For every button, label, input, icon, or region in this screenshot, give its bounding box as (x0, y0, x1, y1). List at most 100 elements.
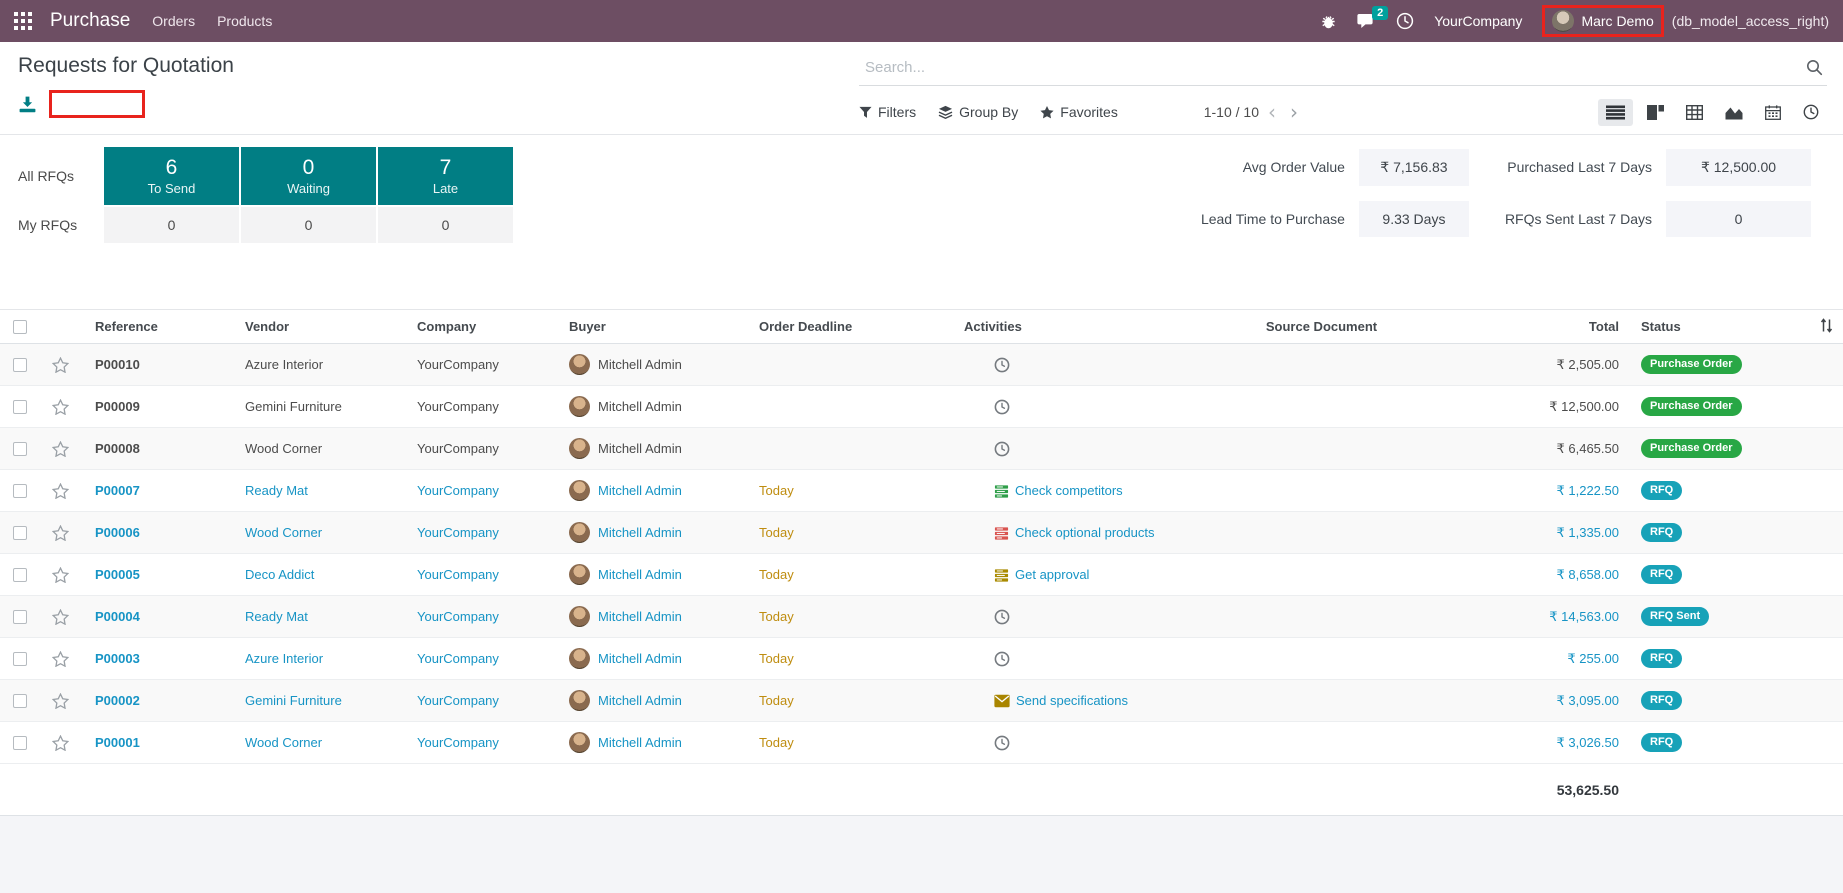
row-checkbox[interactable] (13, 652, 27, 667)
rfq-reference[interactable]: P00010 (80, 343, 230, 386)
tasks-red-icon[interactable] (994, 526, 1009, 541)
optional-columns-icon[interactable] (1819, 317, 1834, 333)
menu-orders[interactable]: Orders (152, 13, 195, 29)
calendar-view-icon[interactable] (1757, 99, 1789, 126)
select-all-checkbox[interactable] (13, 320, 27, 335)
table-row[interactable]: P00010 Azure Interior YourCompany Mitche… (0, 343, 1843, 386)
row-checkbox[interactable] (13, 358, 27, 373)
row-checkbox[interactable] (13, 736, 27, 751)
rfq-reference[interactable]: P00004 (80, 595, 230, 638)
buyer-avatar (569, 606, 590, 627)
favorite-star-icon[interactable] (51, 398, 69, 415)
envelope-icon[interactable] (994, 694, 1010, 708)
table-row[interactable]: P00001 Wood Corner YourCompany Mitchell … (0, 721, 1843, 764)
tasks-green-icon[interactable] (994, 484, 1009, 499)
row-checkbox[interactable] (13, 442, 27, 457)
search-input[interactable] (863, 58, 1806, 77)
rfq-source-document (1179, 469, 1464, 512)
apps-menu-icon[interactable] (14, 12, 32, 30)
kpi-late[interactable]: 7 Late (378, 147, 513, 205)
rfq-reference[interactable]: P00008 (80, 427, 230, 470)
kpi-my-to-send[interactable]: 0 (104, 207, 239, 243)
favorites-button[interactable]: Favorites (1040, 104, 1118, 120)
rfq-reference[interactable]: P00001 (80, 721, 230, 764)
rfq-total: ₹ 3,095.00 (1464, 679, 1629, 722)
activity-view-icon[interactable] (1795, 98, 1827, 126)
pager-next-icon[interactable]: › (1285, 102, 1303, 122)
favorite-star-icon[interactable] (51, 608, 69, 625)
table-row[interactable]: P00004 Ready Mat YourCompany Mitchell Ad… (0, 595, 1843, 638)
clock-icon[interactable] (994, 357, 1010, 373)
group-by-button[interactable]: Group By (938, 104, 1018, 120)
col-reference[interactable]: Reference (80, 309, 230, 344)
row-checkbox[interactable] (13, 610, 27, 625)
row-checkbox[interactable] (13, 400, 27, 415)
kanban-view-icon[interactable] (1639, 99, 1672, 126)
rfq-reference[interactable]: P00007 (80, 469, 230, 512)
rfq-reference[interactable]: P00006 (80, 511, 230, 554)
favorite-star-icon[interactable] (51, 482, 69, 499)
rfq-activities: Check optional products (949, 511, 1179, 554)
favorite-star-icon[interactable] (51, 356, 69, 373)
rfq-source-document (1179, 553, 1464, 596)
bug-icon[interactable] (1320, 13, 1337, 30)
graph-view-icon[interactable] (1717, 99, 1751, 126)
favorite-star-icon[interactable] (51, 734, 69, 751)
row-checkbox[interactable] (13, 694, 27, 709)
favorite-star-icon[interactable] (51, 650, 69, 667)
col-status[interactable]: Status (1629, 309, 1809, 344)
favorite-star-icon[interactable] (51, 524, 69, 541)
col-buyer[interactable]: Buyer (554, 309, 744, 344)
search-icon[interactable] (1806, 59, 1823, 76)
col-company[interactable]: Company (402, 309, 554, 344)
rfq-reference[interactable]: P00002 (80, 679, 230, 722)
rfq-reference[interactable]: P00003 (80, 637, 230, 680)
filters-button[interactable]: Filters (859, 104, 916, 120)
row-checkbox[interactable] (13, 484, 27, 499)
kpi-my-late[interactable]: 0 (378, 207, 513, 243)
clock-icon[interactable] (994, 651, 1010, 667)
table-row[interactable]: P00003 Azure Interior YourCompany Mitche… (0, 637, 1843, 680)
favorite-star-icon[interactable] (51, 692, 69, 709)
company-switcher[interactable]: YourCompany (1434, 13, 1522, 29)
menu-products[interactable]: Products (217, 13, 272, 29)
rfq-company: YourCompany (402, 595, 554, 638)
favorite-star-icon[interactable] (51, 440, 69, 457)
table-row[interactable]: P00006 Wood Corner YourCompany Mitchell … (0, 511, 1843, 554)
table-row[interactable]: P00009 Gemini Furniture YourCompany Mitc… (0, 385, 1843, 428)
app-name[interactable]: Purchase (50, 10, 130, 32)
user-menu[interactable]: Marc Demo (1542, 5, 1664, 37)
rfq-reference[interactable]: P00005 (80, 553, 230, 596)
messages-icon[interactable]: 2 (1357, 5, 1389, 30)
rfq-total: ₹ 1,222.50 (1464, 469, 1629, 512)
list-view-icon[interactable] (1598, 98, 1633, 126)
kpi-my-waiting[interactable]: 0 (241, 207, 376, 243)
table-row[interactable]: P00007 Ready Mat YourCompany Mitchell Ad… (0, 469, 1843, 512)
kpi-waiting[interactable]: 0 Waiting (241, 147, 376, 205)
table-row[interactable]: P00002 Gemini Furniture YourCompany Mitc… (0, 679, 1843, 722)
clock-icon[interactable] (994, 735, 1010, 751)
row-checkbox[interactable] (13, 526, 27, 541)
tasks-yellow-icon[interactable] (994, 568, 1009, 583)
table-row[interactable]: P00005 Deco Addict YourCompany Mitchell … (0, 553, 1843, 596)
col-activities[interactable]: Activities (949, 309, 1179, 344)
top-navbar: Purchase Orders Products 2 YourCompany M… (0, 0, 1843, 42)
download-icon[interactable] (18, 95, 37, 114)
activities-clock-icon[interactable] (1396, 12, 1414, 30)
col-total[interactable]: Total (1464, 309, 1629, 344)
table-row[interactable]: P00008 Wood Corner YourCompany Mitchell … (0, 427, 1843, 470)
rfq-buyer: Mitchell Admin (554, 511, 744, 554)
pivot-view-icon[interactable] (1678, 99, 1711, 126)
clock-icon[interactable] (994, 399, 1010, 415)
col-vendor[interactable]: Vendor (230, 309, 402, 344)
clock-icon[interactable] (994, 609, 1010, 625)
col-source-document[interactable]: Source Document (1179, 309, 1464, 344)
col-order-deadline[interactable]: Order Deadline (744, 309, 949, 344)
rfq-source-document (1179, 721, 1464, 764)
pager-previous-icon[interactable]: ‹ (1263, 102, 1281, 122)
rfq-reference[interactable]: P00009 (80, 385, 230, 428)
row-checkbox[interactable] (13, 568, 27, 583)
clock-icon[interactable] (994, 441, 1010, 457)
kpi-to-send[interactable]: 6 To Send (104, 147, 239, 205)
favorite-star-icon[interactable] (51, 566, 69, 583)
